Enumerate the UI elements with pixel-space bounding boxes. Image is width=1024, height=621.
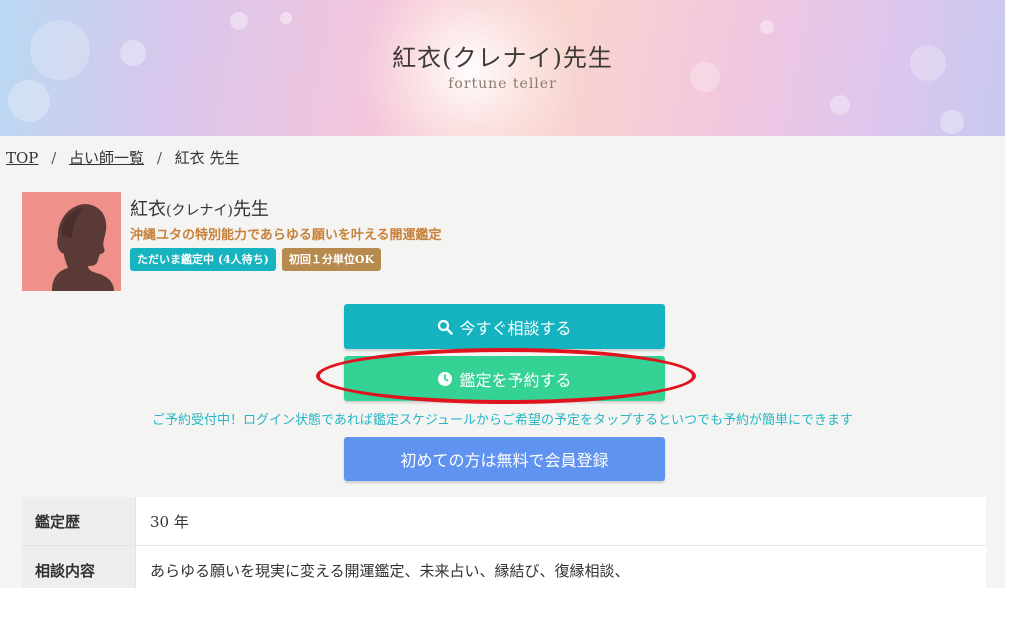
profile-name: 紅衣(クレナイ)先生 bbox=[130, 195, 269, 221]
profile-tagline: 沖縄ユタの特別能力であらゆる願いを叶える開運鑑定 bbox=[130, 228, 442, 243]
bokeh bbox=[760, 20, 774, 34]
breadcrumb-separator: / bbox=[51, 149, 57, 167]
clock-icon bbox=[437, 371, 453, 387]
search-icon bbox=[437, 319, 454, 335]
status-badge-consulting: ただいま鑑定中 (4人待ち) bbox=[130, 248, 276, 271]
profile-details-table: 鑑定歴 30 年 相談内容 あらゆる願いを現実に変える開運鑑定、未来占い、縁結び… bbox=[22, 497, 986, 588]
detail-value: 30 年 bbox=[135, 497, 986, 545]
detail-label: 相談内容 bbox=[22, 546, 135, 588]
female-silhouette-icon bbox=[22, 204, 121, 291]
table-row: 相談内容 あらゆる願いを現実に変える開運鑑定、未来占い、縁結び、復縁相談、 bbox=[22, 546, 986, 588]
hero-subtitle: fortune teller bbox=[448, 76, 557, 92]
profile-name-main: 紅衣 bbox=[130, 199, 166, 220]
consult-now-button[interactable]: 今すぐ相談する bbox=[344, 304, 665, 349]
bokeh bbox=[830, 95, 850, 115]
register-button[interactable]: 初めての方は無料で会員登録 bbox=[344, 437, 665, 481]
breadcrumb-separator: / bbox=[156, 149, 162, 167]
reserve-label: 鑑定を予約する bbox=[459, 370, 572, 390]
hero-title: 紅衣(クレナイ)先生 bbox=[392, 44, 613, 72]
reserve-button[interactable]: 鑑定を予約する bbox=[344, 356, 665, 401]
breadcrumb-fortune-tellers-link[interactable]: 占い師一覧 bbox=[69, 149, 144, 167]
breadcrumb: TOP / 占い師一覧 / 紅衣 先生 bbox=[6, 147, 239, 168]
detail-label: 鑑定歴 bbox=[22, 497, 135, 545]
bokeh bbox=[230, 12, 248, 30]
profile-name-kana: (クレナイ) bbox=[166, 203, 233, 219]
status-badges: ただいま鑑定中 (4人待ち) 初回１分単位OK bbox=[130, 248, 382, 271]
detail-value: あらゆる願いを現実に変える開運鑑定、未来占い、縁結び、復縁相談、 bbox=[135, 546, 986, 588]
breadcrumb-top-link[interactable]: TOP bbox=[6, 149, 38, 167]
profile-name-suffix: 先生 bbox=[232, 199, 269, 220]
register-label: 初めての方は無料で会員登録 bbox=[400, 451, 609, 470]
status-badge-first-time: 初回１分単位OK bbox=[281, 248, 382, 271]
bokeh bbox=[280, 12, 292, 24]
table-row: 鑑定歴 30 年 bbox=[22, 497, 986, 546]
reservation-notice: ご予約受付中！ログイン状態であれば鑑定スケジュールからご希望の予定をタップすると… bbox=[152, 413, 853, 428]
bokeh bbox=[940, 110, 964, 134]
hero-banner: 紅衣(クレナイ)先生 fortune teller bbox=[0, 0, 1005, 136]
consult-now-label: 今すぐ相談する bbox=[459, 318, 572, 338]
breadcrumb-current: 紅衣 先生 bbox=[174, 149, 240, 167]
page: 紅衣(クレナイ)先生 fortune teller TOP / 占い師一覧 / … bbox=[0, 0, 1005, 588]
avatar bbox=[22, 192, 121, 291]
